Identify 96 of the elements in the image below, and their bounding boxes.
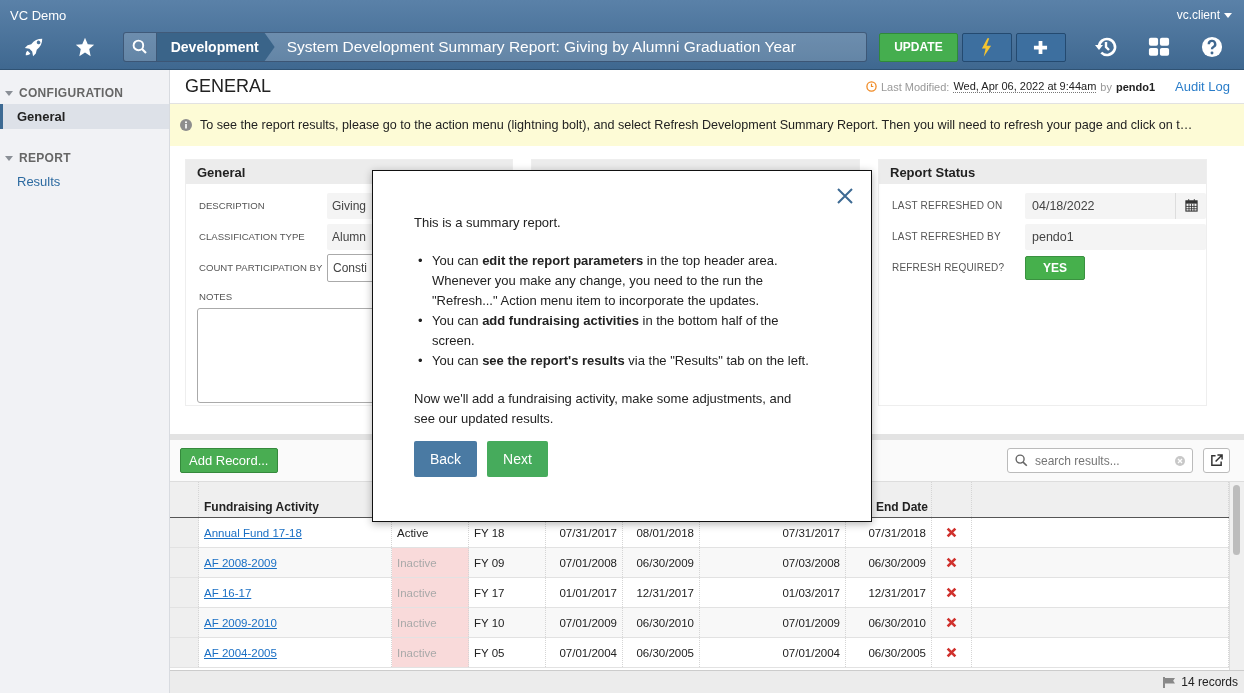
status-cell: Inactive: [392, 608, 469, 637]
input-field[interactable]: pendo1: [1025, 223, 1206, 250]
scrollbar[interactable]: [1229, 482, 1244, 670]
table-cell: FY 09: [469, 548, 546, 577]
activity-link[interactable]: Annual Fund 17-18: [204, 526, 302, 539]
table-cell: 07/01/2008: [546, 548, 623, 577]
plus-icon: [1033, 39, 1049, 55]
last-modified-label: Last Modified:: [880, 80, 950, 93]
status-cell: Inactive: [392, 548, 469, 577]
table-cell: 06/30/2010: [623, 608, 700, 637]
last-modified-date: Wed, Apr 06, 2022 at 9:44am: [953, 80, 1097, 93]
field-label: LAST REFRESHED ON: [892, 200, 1004, 211]
table-cell: 07/01/2004: [546, 638, 623, 667]
date-field[interactable]: 04/18/2022: [1025, 192, 1206, 219]
audit-log-link[interactable]: Audit Log: [1175, 79, 1230, 94]
table-cell: 07/03/2008: [700, 548, 846, 577]
bullet-marker: •: [417, 312, 424, 330]
delete-icon[interactable]: [946, 587, 957, 598]
bullet-text: You can add fundraising activities in the bottom half of the screen.: [432, 312, 780, 350]
flag-icon: [1163, 676, 1177, 688]
row-handle[interactable]: [170, 608, 199, 637]
back-button[interactable]: Back: [414, 441, 477, 477]
field-label: NOTES: [199, 291, 234, 302]
table-cell: 12/31/2017: [846, 578, 932, 607]
lightning-icon: [981, 37, 993, 57]
user-menu[interactable]: vc.client: [1176, 8, 1232, 22]
dialog-text: Now we'll add a fundraising activity, make some adjustments, and see our updated results.: [414, 390, 793, 428]
caret-icon: [5, 155, 13, 161]
record-count: 14 records: [1181, 675, 1238, 689]
table-cell: 06/30/2009: [846, 548, 932, 577]
status-cell: Inactive: [392, 638, 469, 667]
caret-icon: [1224, 12, 1232, 18]
status-cell: Inactive: [392, 578, 469, 607]
row-handle[interactable]: [170, 578, 199, 607]
activity-link[interactable]: AF 2004-2005: [204, 646, 277, 659]
external-link-icon: [1210, 454, 1223, 467]
field-label: LAST REFRESHED BY: [892, 231, 1002, 242]
modified-by-user: pendo1: [1115, 80, 1156, 93]
table-cell: 07/01/2009: [546, 608, 623, 637]
row-handle[interactable]: [170, 548, 199, 577]
delete-icon[interactable]: [946, 647, 957, 658]
close-icon[interactable]: [836, 188, 854, 206]
activity-link[interactable]: AF 2008-2009: [204, 556, 277, 569]
refresh-required-toggle[interactable]: YES: [1025, 255, 1085, 280]
add-record-button[interactable]: Add Record...: [180, 448, 278, 473]
module-breadcrumb[interactable]: Development: [156, 33, 275, 61]
row-handle[interactable]: [170, 638, 199, 667]
clock-icon: [865, 81, 877, 92]
delete-icon[interactable]: [946, 557, 957, 568]
page-title: GENERAL: [185, 76, 272, 97]
lightning-button[interactable]: [961, 32, 1012, 62]
field-label: COUNT PARTICIPATION BY: [199, 262, 324, 273]
field-label: REFRESH REQUIRED?: [892, 262, 1006, 273]
panel-title: Report Status: [890, 164, 976, 180]
table-cell: 07/01/2004: [700, 638, 846, 667]
external-link-button[interactable]: [1203, 448, 1230, 473]
sidebar-item[interactable]: General: [0, 104, 169, 129]
bullet-text: You can edit the report parameters in the top header area. Whenever you make any change, you need to the run the "Refresh..." Action menu item to incorporate the updates.: [432, 252, 779, 310]
activity-link[interactable]: AF 2009-2010: [204, 616, 277, 629]
row-handle[interactable]: [170, 518, 199, 547]
update-button[interactable]: UPDATE: [879, 32, 958, 62]
dialog-text: This is a summary report.: [414, 214, 562, 232]
delete-icon[interactable]: [946, 617, 957, 628]
delete-icon[interactable]: [946, 527, 957, 538]
notice-text: To see the report results, please go to the action menu (lightning bolt), and select Refresh Development Summary Report. Then you will need to refresh your page and click on t…: [200, 118, 1193, 132]
bullet-marker: •: [417, 352, 424, 370]
report-title: System Development Summary Report: Giving by Alumni Graduation Year: [285, 38, 796, 56]
panel-title: General: [197, 164, 246, 180]
activity-link[interactable]: AF 16-17: [204, 586, 252, 599]
calendar-icon: [1184, 199, 1198, 212]
next-button[interactable]: Next: [487, 441, 548, 477]
search-icon: [1015, 454, 1028, 467]
table-cell: FY 05: [469, 638, 546, 667]
table-cell: 12/31/2017: [623, 578, 700, 607]
table-cell: 06/30/2005: [623, 638, 700, 667]
caret-icon: [5, 90, 13, 96]
bullet-text: You can see the report's results via the "Results" tab on the left.: [432, 352, 810, 370]
table-cell: FY 10: [469, 608, 546, 637]
table-cell: 01/01/2017: [546, 578, 623, 607]
field-label: DESCRIPTION: [199, 200, 266, 211]
sidebar-section[interactable]: CONFIGURATION: [0, 82, 169, 104]
info-icon: [180, 119, 192, 131]
search-field[interactable]: search results...: [1007, 448, 1193, 473]
sidebar-section[interactable]: REPORT: [0, 147, 169, 169]
add-button[interactable]: [1015, 32, 1066, 62]
table-cell: 06/30/2005: [846, 638, 932, 667]
by-label: by: [1100, 80, 1112, 93]
table-cell: 06/30/2010: [846, 608, 932, 637]
table-cell: 01/03/2017: [700, 578, 846, 607]
app-title: VC Demo: [10, 7, 67, 23]
field-label: CLASSIFICATION TYPE: [199, 231, 306, 242]
table-cell: FY 17: [469, 578, 546, 607]
bullet-marker: •: [417, 252, 424, 270]
sidebar-item[interactable]: Results: [0, 169, 169, 194]
table-cell: 07/01/2009: [700, 608, 846, 637]
table-cell: 06/30/2009: [623, 548, 700, 577]
